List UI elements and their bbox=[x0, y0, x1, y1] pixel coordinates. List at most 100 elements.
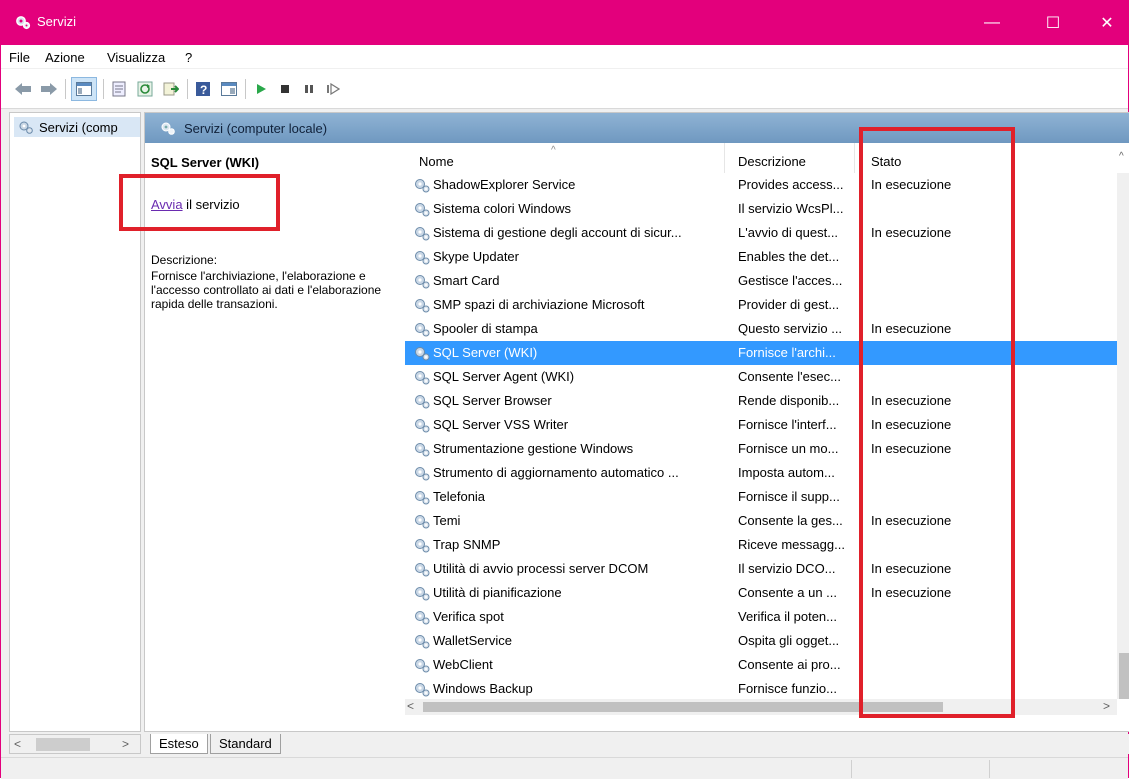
service-gear-icon bbox=[415, 683, 430, 697]
column-header-name[interactable]: Nome ^ bbox=[405, 143, 725, 173]
service-gear-icon bbox=[415, 347, 430, 361]
restart-service-icon[interactable] bbox=[323, 79, 343, 99]
list-vertical-scrollbar[interactable]: ^ bbox=[1117, 151, 1129, 699]
maximize-button[interactable]: ☐ bbox=[1030, 1, 1076, 45]
services-gear-icon bbox=[19, 121, 33, 134]
service-description-cell: Ospita gli ogget... bbox=[738, 633, 840, 648]
service-name: Spooler di stampa bbox=[433, 321, 538, 336]
scroll-thumb[interactable] bbox=[36, 738, 90, 751]
service-description-cell: Il servizio DCO... bbox=[738, 561, 836, 576]
service-name: SQL Server Browser bbox=[433, 393, 552, 408]
scroll-left-arrow-icon[interactable]: < bbox=[407, 699, 414, 713]
service-gear-icon bbox=[415, 515, 430, 529]
properties-icon[interactable] bbox=[109, 79, 129, 99]
show-hide-panel-icon[interactable] bbox=[219, 79, 239, 99]
tab-esteso[interactable]: Esteso bbox=[150, 734, 208, 754]
service-gear-icon bbox=[415, 227, 430, 241]
service-name: Strumentazione gestione Windows bbox=[433, 441, 634, 456]
service-description-cell: Questo servizio ... bbox=[738, 321, 843, 336]
column-name-label: Nome bbox=[419, 154, 454, 169]
description-label: Descrizione: bbox=[151, 253, 218, 267]
menu-file[interactable]: File bbox=[9, 50, 30, 65]
service-name: Temi bbox=[433, 513, 461, 528]
sort-caret-icon: ^ bbox=[551, 145, 556, 156]
scroll-left-arrow-icon[interactable]: < bbox=[14, 737, 21, 751]
minimize-button[interactable]: — bbox=[969, 1, 1015, 45]
tab-standard[interactable]: Standard bbox=[210, 734, 281, 754]
svg-text:?: ? bbox=[200, 83, 207, 97]
services-gear-icon bbox=[16, 16, 31, 30]
service-gear-icon bbox=[415, 395, 430, 409]
menu-bar: File Azione Visualizza ? bbox=[1, 45, 1128, 69]
view-tabs: Esteso Standard bbox=[144, 734, 1129, 754]
refresh-icon[interactable] bbox=[135, 79, 155, 99]
service-name: WebClient bbox=[433, 657, 493, 672]
pause-service-icon[interactable] bbox=[299, 79, 319, 99]
panel-header-label: Servizi (computer locale) bbox=[184, 120, 328, 136]
service-gear-icon bbox=[415, 563, 430, 577]
service-name: WalletService bbox=[433, 633, 512, 648]
services-gear-icon bbox=[161, 122, 175, 135]
service-name: Sistema di gestione degli account di sic… bbox=[433, 225, 682, 240]
service-description-cell: Il servizio WcsPl... bbox=[738, 201, 844, 216]
service-gear-icon bbox=[415, 299, 430, 313]
service-name: Trap SNMP bbox=[433, 537, 501, 552]
service-description-cell: Fornisce il supp... bbox=[738, 489, 840, 504]
tree-item-services[interactable]: Servizi (comp bbox=[14, 117, 140, 137]
service-gear-icon bbox=[415, 587, 430, 601]
column-header-description[interactable]: Descrizione bbox=[725, 143, 855, 173]
service-name: SQL Server VSS Writer bbox=[433, 417, 569, 432]
scroll-right-arrow-icon[interactable]: > bbox=[1103, 699, 1110, 713]
menu-azione[interactable]: Azione bbox=[45, 50, 85, 65]
service-name: Sistema colori Windows bbox=[433, 201, 571, 216]
start-service-icon[interactable] bbox=[251, 79, 271, 99]
service-description-cell: Enables the det... bbox=[738, 249, 840, 264]
service-gear-icon bbox=[415, 251, 430, 265]
service-gear-icon bbox=[415, 203, 430, 217]
service-name: Telefonia bbox=[433, 489, 486, 504]
service-name: Windows Backup bbox=[433, 681, 533, 696]
service-description-cell: Provides access... bbox=[738, 177, 844, 192]
service-description-cell: Rende disponib... bbox=[738, 393, 840, 408]
menu-visualizza[interactable]: Visualizza bbox=[107, 50, 165, 65]
back-arrow-icon[interactable] bbox=[13, 79, 33, 99]
service-description-cell: Consente ai pro... bbox=[738, 657, 841, 672]
window-title: Servizi bbox=[37, 14, 77, 29]
menu-help[interactable]: ? bbox=[185, 50, 192, 65]
panel-header-tab: Servizi (computer locale) bbox=[150, 113, 390, 143]
service-gear-icon bbox=[415, 467, 430, 481]
services-window: Servizi — ☐ ✕ File Azione Visualizza ? ?… bbox=[0, 0, 1129, 779]
service-gear-icon bbox=[415, 635, 430, 649]
service-description: Fornisce l'archiviazione, l'elaborazione… bbox=[151, 269, 382, 311]
service-description-cell: Verifica il poten... bbox=[738, 609, 837, 624]
stop-service-icon[interactable] bbox=[275, 79, 295, 99]
service-description-cell: Consente la ges... bbox=[738, 513, 843, 528]
service-description-cell: Consente l'esec... bbox=[738, 369, 841, 384]
extended-info-panel: SQL Server (WKI) Avvia il servizio Descr… bbox=[145, 143, 405, 731]
forward-arrow-icon[interactable] bbox=[39, 79, 59, 99]
toolbar: ? bbox=[1, 69, 1128, 109]
annotation-box-status-column bbox=[859, 127, 1015, 718]
service-name: Utilità di avvio processi server DCOM bbox=[433, 561, 649, 576]
services-list: Nome ^ Descrizione Stato ShadowExplorer … bbox=[405, 143, 1129, 699]
tree-item-label: Servizi (comp bbox=[39, 119, 118, 135]
export-list-icon[interactable] bbox=[161, 79, 181, 99]
service-description-cell: Consente a un ... bbox=[738, 585, 838, 600]
service-description-cell: Fornisce l'interf... bbox=[738, 417, 837, 432]
console-tree-icon[interactable] bbox=[71, 77, 97, 101]
scroll-right-arrow-icon[interactable]: > bbox=[122, 737, 129, 751]
service-gear-icon bbox=[415, 323, 430, 337]
selected-service-name: SQL Server (WKI) bbox=[151, 155, 260, 170]
status-bar bbox=[1, 757, 1128, 779]
scroll-up-arrow-icon[interactable]: ^ bbox=[1119, 151, 1124, 162]
service-gear-icon bbox=[415, 179, 430, 193]
help-icon[interactable]: ? bbox=[193, 79, 213, 99]
service-name: SMP spazi di archiviazione Microsoft bbox=[433, 297, 645, 312]
service-name: ShadowExplorer Service bbox=[433, 177, 576, 192]
close-button[interactable]: ✕ bbox=[1084, 1, 1129, 45]
service-name: SQL Server Agent (WKI) bbox=[433, 369, 575, 384]
tree-horizontal-scrollbar[interactable]: < > bbox=[9, 734, 141, 754]
scroll-thumb[interactable] bbox=[1119, 653, 1129, 699]
service-gear-icon bbox=[415, 443, 430, 457]
service-description-cell: Provider di gest... bbox=[738, 297, 840, 312]
